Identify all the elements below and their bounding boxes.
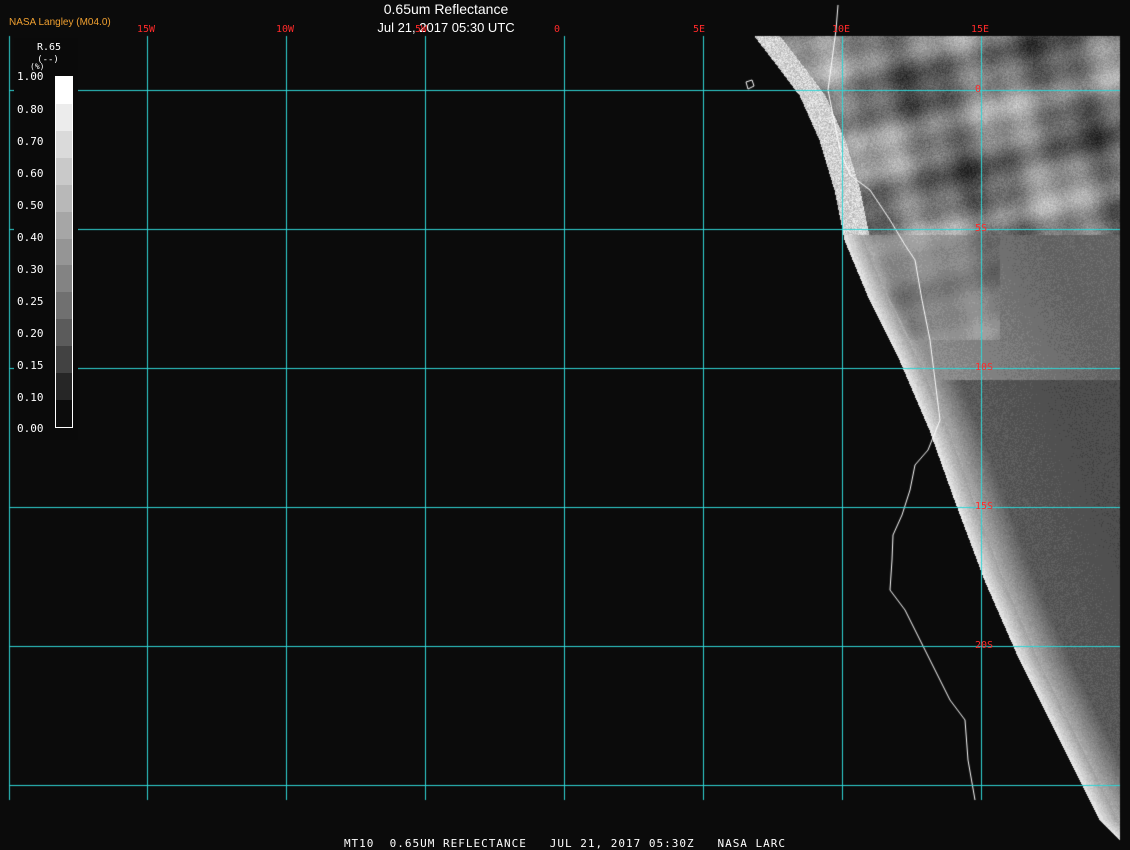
legend-label: 0.10 xyxy=(17,391,44,404)
longitude-label: 0 xyxy=(554,24,561,35)
legend-label: 0.60 xyxy=(17,167,44,180)
legend-step xyxy=(56,211,72,239)
longitude-label: 10E xyxy=(832,24,851,35)
legend-step xyxy=(56,319,72,347)
map-title: 0.65um Reflectance xyxy=(383,1,509,17)
legend-step xyxy=(56,265,72,293)
legend-step xyxy=(56,77,72,104)
satellite-map-canvas xyxy=(0,0,1130,850)
legend-step xyxy=(56,238,72,266)
longitude-label: 5E xyxy=(693,24,706,35)
legend-step xyxy=(56,292,72,320)
legend-unit: (--) xyxy=(37,55,59,65)
latitude-label: 0 xyxy=(975,84,982,95)
legend-label: 0.25 xyxy=(17,295,44,308)
legend-step xyxy=(56,103,72,131)
map-datetime: Jul 21, 2017 05:30 UTC xyxy=(377,20,515,35)
legend-label: 0.00 xyxy=(17,422,44,435)
legend-label: 0.15 xyxy=(17,359,44,372)
longitude-label: 5W xyxy=(415,24,428,35)
legend-step xyxy=(56,346,72,374)
legend-label: 0.80 xyxy=(17,103,44,116)
legend-title: R.65 xyxy=(36,42,62,53)
longitude-label: 15E xyxy=(971,24,990,35)
legend-label: 0.20 xyxy=(17,327,44,340)
legend-label: 0.40 xyxy=(17,231,44,244)
legend-label: 0.30 xyxy=(17,263,44,276)
latitude-label: 10S xyxy=(975,362,994,373)
latitude-label: 20S xyxy=(975,640,994,651)
latitude-label: 15S xyxy=(975,501,994,512)
legend-label: 0.50 xyxy=(17,199,44,212)
legend-step xyxy=(56,130,72,158)
legend-step xyxy=(56,184,72,212)
footer-caption: MT10 0.65UM REFLECTANCE JUL 21, 2017 05:… xyxy=(343,837,787,850)
legend-label: 1.00 xyxy=(17,70,44,83)
legend-label: 0.70 xyxy=(17,135,44,148)
longitude-label: 15W xyxy=(137,24,156,35)
legend-step xyxy=(56,400,72,427)
color-legend: R.65 (--) (%) 1.00 0.80 0.70 0.60 0.50 0.40 0.… xyxy=(14,38,78,440)
longitude-label: 10W xyxy=(276,24,295,35)
latitude-label: 5S xyxy=(975,223,988,234)
map-source-label: NASA Langley (M04.0) xyxy=(9,17,111,28)
legend-step xyxy=(56,157,72,185)
legend-color-bar xyxy=(55,76,73,428)
legend-step xyxy=(56,373,72,401)
